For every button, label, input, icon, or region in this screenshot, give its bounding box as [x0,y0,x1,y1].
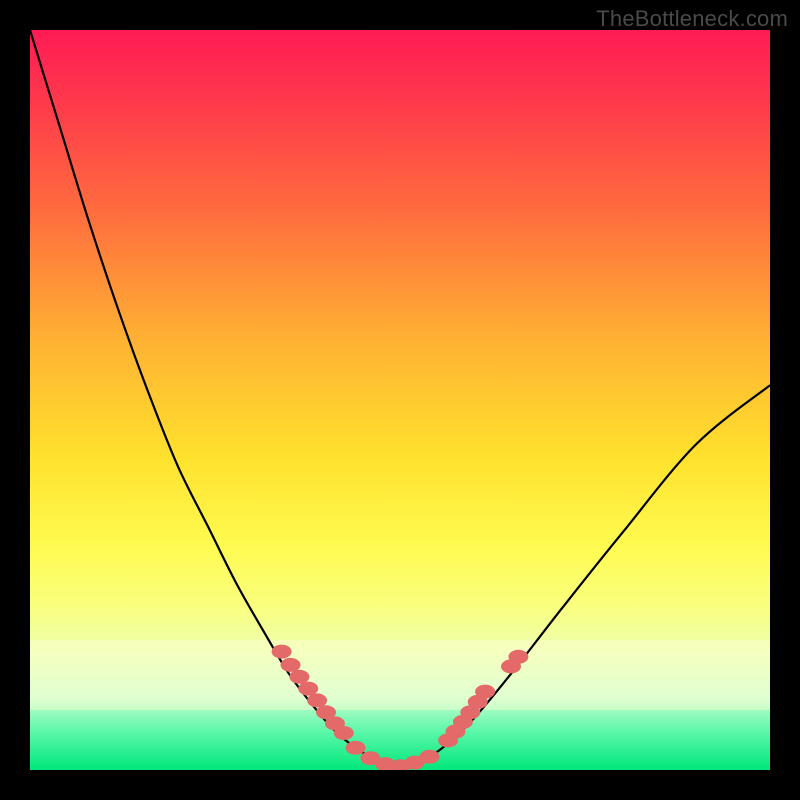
data-point-left-cluster-8 [334,726,354,740]
data-points-group [272,645,529,770]
watermark-text: TheBottleneck.com [596,6,788,32]
bottleneck-curve [30,30,770,766]
chart-svg [30,30,770,770]
data-point-right-upper-2 [508,650,528,664]
plot-area [30,30,770,770]
data-point-right-cluster-6 [475,685,495,699]
data-point-left-cluster-2 [281,658,301,672]
data-point-bottom-6 [420,750,440,764]
data-point-left-cluster-5 [307,693,327,707]
data-point-left-cluster-4 [298,682,318,696]
data-point-left-cluster-1 [272,645,292,659]
data-point-left-cluster-3 [289,670,309,684]
data-point-bottom-1 [346,741,366,755]
chart-frame: TheBottleneck.com [0,0,800,800]
